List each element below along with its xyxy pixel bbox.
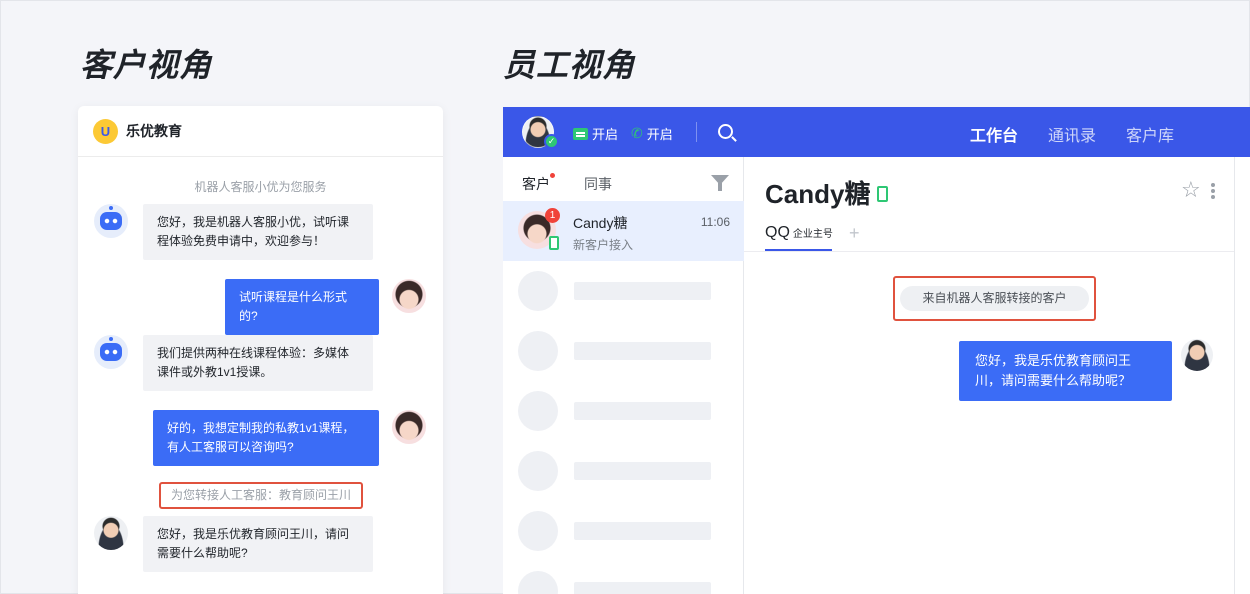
mobile-icon (877, 186, 888, 202)
tab-workbench[interactable]: 工作台 (970, 122, 1018, 146)
staff-app-window: ✓ 开启 ✆ 开启 工作台 通讯录 客户库 客户 同事 1 Candy糖 11:… (503, 107, 1250, 594)
customer-avatar (392, 410, 426, 444)
list-item-placeholder (518, 331, 728, 371)
phone-status-toggle[interactable]: ✆ 开启 (631, 124, 673, 143)
conversation-preview: 新客户接入 (573, 238, 634, 252)
robot-icon (94, 335, 128, 369)
tab-contacts[interactable]: 通讯录 (1048, 122, 1096, 146)
chat-contact-name: Candy糖 (765, 179, 871, 209)
customer-chat-panel: U 乐优教育 机器人客服小优为您服务 您好，我是机器人客服小优，试听课程体验免费… (78, 106, 443, 594)
chat-bubble-advisor: 您好，我是乐优教育顾问王川，请问需要什么帮助呢? (143, 516, 373, 572)
message-status-label: 开启 (592, 127, 619, 142)
chat-bubble-robot-1: 您好，我是机器人客服小优，试听课程体验免费申请中，欢迎参与！ (143, 204, 373, 260)
chat-panel: Candy糖 ☆ QQ 企业主号 + 来自机器人客服转接的客户 您好，我是乐优教育… (744, 157, 1234, 594)
phone-status-label: 开启 (646, 127, 673, 142)
online-check-icon: ✓ (544, 134, 559, 149)
search-icon[interactable] (718, 124, 733, 139)
divider (744, 251, 1234, 252)
panel-divider (1234, 157, 1235, 594)
chat-bubble-robot-2: 我们提供两种在线课程体验：多媒体课件或外教1v1授课。 (143, 335, 373, 391)
list-tabs: 客户 同事 (503, 157, 743, 201)
topbar-divider (696, 122, 697, 142)
tab-customers[interactable]: 客户 (522, 174, 550, 194)
list-item-placeholder (518, 271, 728, 311)
advisor-avatar (94, 516, 128, 550)
phone-icon: ✆ (631, 125, 643, 141)
tab-qq[interactable]: QQ 企业主号 (765, 224, 833, 242)
list-item-placeholder (518, 571, 728, 594)
robot-icon (94, 204, 128, 238)
star-icon[interactable]: ☆ (1181, 177, 1201, 203)
chat-bubble-customer-1: 试听课程是什么形式的? (225, 279, 379, 335)
list-item-placeholder (518, 511, 728, 551)
staff-view-title: 员工视角 (503, 47, 636, 83)
unread-badge: 1 (545, 208, 560, 223)
more-icon[interactable] (1211, 183, 1215, 187)
system-note-highlight: 来自机器人客服转接的客户 (893, 276, 1096, 321)
customer-avatar (392, 279, 426, 313)
mobile-icon (549, 236, 559, 250)
customer-view-title: 客户视角 (80, 47, 213, 83)
staff-avatar (1181, 339, 1213, 371)
transfer-note: 为您转接人工客服：教育顾问王川 (159, 482, 363, 509)
system-note: 来自机器人客服转接的客户 (900, 286, 1089, 311)
brand-logo-icon: U (93, 118, 118, 144)
conversation-list: 客户 同事 1 Candy糖 11:06 新客户接入 (503, 157, 744, 594)
filter-icon[interactable] (711, 175, 729, 191)
list-item-placeholder (518, 391, 728, 431)
tab-qq-sub: 企业主号 (792, 229, 833, 240)
list-item-placeholder (518, 451, 728, 491)
tab-customer-library[interactable]: 客户库 (1126, 122, 1174, 146)
unread-dot (550, 173, 555, 178)
add-tab-icon[interactable]: + (849, 223, 860, 244)
chat-bubble-customer-2: 好的，我想定制我的私教1v1课程，有人工客服可以咨询吗? (153, 410, 379, 466)
conversation-name: Candy糖 (573, 215, 628, 231)
tab-colleagues[interactable]: 同事 (584, 174, 612, 194)
service-note: 机器人客服小优为您服务 (194, 180, 327, 194)
customer-chat-header: U 乐优教育 (78, 106, 443, 157)
message-icon (573, 127, 588, 140)
message-status-toggle[interactable]: 开启 (573, 124, 618, 143)
conversation-item[interactable]: 1 Candy糖 11:06 新客户接入 (503, 201, 744, 261)
tab-qq-label: QQ (765, 224, 790, 241)
conversation-time: 11:06 (700, 215, 730, 229)
brand-name: 乐优教育 (126, 123, 182, 139)
chat-bubble-staff: 您好，我是乐优教育顾问王川，请问需要什么帮助呢？ (959, 341, 1172, 401)
staff-topbar: ✓ 开启 ✆ 开启 工作台 通讯录 客户库 (503, 107, 1250, 157)
